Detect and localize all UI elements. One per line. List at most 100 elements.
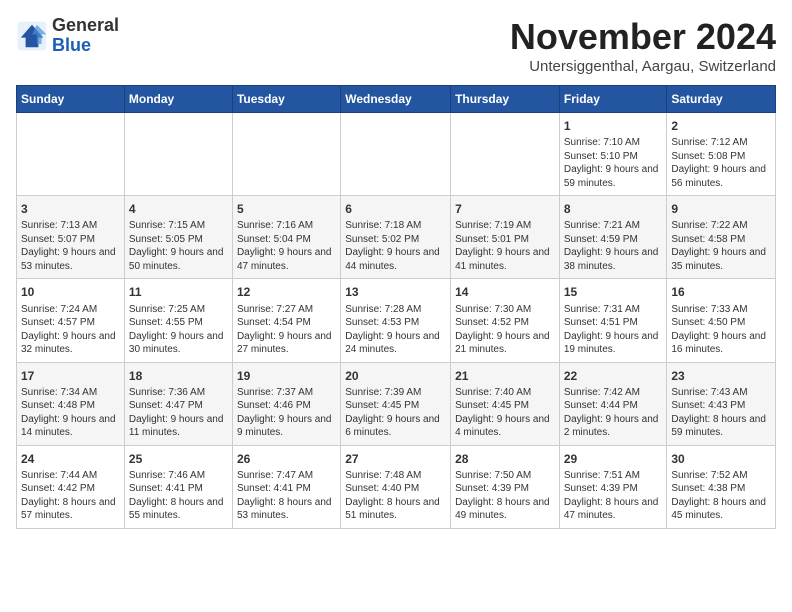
day-number: 2 — [671, 118, 771, 134]
day-info: Sunrise: 7:42 AM Sunset: 4:44 PM Dayligh… — [564, 386, 663, 440]
calendar-cell: 5 Sunrise: 7:16 AM Sunset: 5:04 PM Daylig… — [232, 196, 340, 279]
day-info: Sunrise: 7:21 AM Sunset: 4:59 PM Dayligh… — [564, 219, 663, 273]
day-info: Sunrise: 7:31 AM Sunset: 4:51 PM Dayligh… — [564, 303, 663, 357]
day-info: Sunrise: 7:43 AM Sunset: 4:43 PM Dayligh… — [671, 386, 771, 440]
day-number: 24 — [21, 451, 120, 467]
day-info: Sunrise: 7:25 AM Sunset: 4:55 PM Dayligh… — [129, 303, 228, 357]
day-info: Sunrise: 7:22 AM Sunset: 4:58 PM Dayligh… — [671, 219, 771, 273]
calendar-cell — [232, 113, 340, 196]
day-info: Sunrise: 7:19 AM Sunset: 5:01 PM Dayligh… — [455, 219, 555, 273]
calendar-cell: 23 Sunrise: 7:43 AM Sunset: 4:43 PM Dayli… — [667, 362, 776, 445]
calendar-cell: 16Sunrise: 7:33 AM Sunset: 4:50 PM Dayli… — [667, 279, 776, 362]
day-number: 4 — [129, 201, 228, 217]
calendar-cell: 17 Sunrise: 7:34 AM Sunset: 4:48 PM Dayli… — [17, 362, 125, 445]
day-info: Sunrise: 7:28 AM Sunset: 4:53 PM Dayligh… — [345, 303, 446, 357]
day-info: Sunrise: 7:13 AM Sunset: 5:07 PM Dayligh… — [21, 219, 120, 273]
day-number: 5 — [237, 201, 336, 217]
day-number: 18 — [129, 368, 228, 384]
logo: GeneralBlue — [16, 16, 119, 56]
day-number: 16 — [671, 284, 771, 300]
header-thursday: Thursday — [451, 86, 560, 113]
calendar-cell: 20 Sunrise: 7:39 AM Sunset: 4:45 PM Dayli… — [341, 362, 451, 445]
day-number: 26 — [237, 451, 336, 467]
day-info: Sunrise: 7:12 AM Sunset: 5:08 PM Dayligh… — [671, 136, 771, 190]
page-header: GeneralBlue November 2024 Untersiggentha… — [16, 16, 776, 75]
logo-icon — [16, 20, 48, 52]
calendar-cell: 7 Sunrise: 7:19 AM Sunset: 5:01 PM Daylig… — [451, 196, 560, 279]
header-monday: Monday — [124, 86, 232, 113]
calendar-cell: 28 Sunrise: 7:50 AM Sunset: 4:39 PM Dayli… — [451, 445, 560, 528]
day-number: 11 — [129, 284, 228, 300]
calendar-cell: 15 Sunrise: 7:31 AM Sunset: 4:51 PM Dayli… — [559, 279, 667, 362]
day-number: 10 — [21, 284, 120, 300]
calendar-cell: 18 Sunrise: 7:36 AM Sunset: 4:47 PM Dayli… — [124, 362, 232, 445]
day-number: 13 — [345, 284, 446, 300]
day-info: Sunrise: 7:52 AM Sunset: 4:38 PM Dayligh… — [671, 469, 771, 523]
calendar-cell: 11 Sunrise: 7:25 AM Sunset: 4:55 PM Dayli… — [124, 279, 232, 362]
day-info: Sunrise: 7:50 AM Sunset: 4:39 PM Dayligh… — [455, 469, 555, 523]
day-number: 14 — [455, 284, 555, 300]
calendar-week-row: 24 Sunrise: 7:44 AM Sunset: 4:42 PM Dayli… — [17, 445, 776, 528]
day-number: 22 — [564, 368, 663, 384]
day-info: Sunrise: 7:44 AM Sunset: 4:42 PM Dayligh… — [21, 469, 120, 523]
day-number: 27 — [345, 451, 446, 467]
calendar-cell: 22 Sunrise: 7:42 AM Sunset: 4:44 PM Dayli… — [559, 362, 667, 445]
day-number: 28 — [455, 451, 555, 467]
day-number: 15 — [564, 284, 663, 300]
calendar-cell: 19 Sunrise: 7:37 AM Sunset: 4:46 PM Dayli… — [232, 362, 340, 445]
calendar-cell: 2 Sunrise: 7:12 AM Sunset: 5:08 PM Daylig… — [667, 113, 776, 196]
day-number: 12 — [237, 284, 336, 300]
calendar-cell — [17, 113, 125, 196]
calendar-cell: 4 Sunrise: 7:15 AM Sunset: 5:05 PM Daylig… — [124, 196, 232, 279]
calendar-week-row: 3 Sunrise: 7:13 AM Sunset: 5:07 PM Daylig… — [17, 196, 776, 279]
calendar-cell: 9 Sunrise: 7:22 AM Sunset: 4:58 PM Daylig… — [667, 196, 776, 279]
calendar-cell: 26 Sunrise: 7:47 AM Sunset: 4:41 PM Dayli… — [232, 445, 340, 528]
day-info: Sunrise: 7:27 AM Sunset: 4:54 PM Dayligh… — [237, 303, 336, 357]
day-number: 30 — [671, 451, 771, 467]
calendar-cell: 1 Sunrise: 7:10 AM Sunset: 5:10 PM Daylig… — [559, 113, 667, 196]
calendar-cell: 13 Sunrise: 7:28 AM Sunset: 4:53 PM Dayli… — [341, 279, 451, 362]
day-info: Sunrise: 7:16 AM Sunset: 5:04 PM Dayligh… — [237, 219, 336, 273]
day-info: Sunrise: 7:51 AM Sunset: 4:39 PM Dayligh… — [564, 469, 663, 523]
day-info: Sunrise: 7:46 AM Sunset: 4:41 PM Dayligh… — [129, 469, 228, 523]
day-info: Sunrise: 7:39 AM Sunset: 4:45 PM Dayligh… — [345, 386, 446, 440]
day-info: Sunrise: 7:48 AM Sunset: 4:40 PM Dayligh… — [345, 469, 446, 523]
calendar-week-row: 17 Sunrise: 7:34 AM Sunset: 4:48 PM Dayli… — [17, 362, 776, 445]
calendar-cell — [341, 113, 451, 196]
day-number: 1 — [564, 118, 663, 134]
day-number: 6 — [345, 201, 446, 217]
calendar-table: SundayMondayTuesdayWednesdayThursdayFrid… — [16, 85, 776, 529]
calendar-cell: 10 Sunrise: 7:24 AM Sunset: 4:57 PM Dayli… — [17, 279, 125, 362]
day-number: 21 — [455, 368, 555, 384]
calendar-cell: 24 Sunrise: 7:44 AM Sunset: 4:42 PM Dayli… — [17, 445, 125, 528]
calendar-cell — [124, 113, 232, 196]
calendar-cell: 25Sunrise: 7:46 AM Sunset: 4:41 PM Dayli… — [124, 445, 232, 528]
day-number: 23 — [671, 368, 771, 384]
day-info: Sunrise: 7:24 AM Sunset: 4:57 PM Dayligh… — [21, 303, 120, 357]
day-number: 8 — [564, 201, 663, 217]
day-info: Sunrise: 7:10 AM Sunset: 5:10 PM Dayligh… — [564, 136, 663, 190]
day-number: 3 — [21, 201, 120, 217]
day-info: Sunrise: 7:37 AM Sunset: 4:46 PM Dayligh… — [237, 386, 336, 440]
calendar-cell: 6 Sunrise: 7:18 AM Sunset: 5:02 PM Daylig… — [341, 196, 451, 279]
location-subtitle: Untersiggenthal, Aargau, Switzerland — [510, 58, 776, 75]
header-friday: Friday — [559, 86, 667, 113]
day-number: 7 — [455, 201, 555, 217]
day-info: Sunrise: 7:47 AM Sunset: 4:41 PM Dayligh… — [237, 469, 336, 523]
day-info: Sunrise: 7:40 AM Sunset: 4:45 PM Dayligh… — [455, 386, 555, 440]
calendar-header-row: SundayMondayTuesdayWednesdayThursdayFrid… — [17, 86, 776, 113]
day-info: Sunrise: 7:34 AM Sunset: 4:48 PM Dayligh… — [21, 386, 120, 440]
day-number: 17 — [21, 368, 120, 384]
title-block: November 2024 Untersiggenthal, Aargau, S… — [510, 16, 776, 75]
calendar-week-row: 10 Sunrise: 7:24 AM Sunset: 4:57 PM Dayli… — [17, 279, 776, 362]
day-info: Sunrise: 7:18 AM Sunset: 5:02 PM Dayligh… — [345, 219, 446, 273]
day-info: Sunrise: 7:36 AM Sunset: 4:47 PM Dayligh… — [129, 386, 228, 440]
header-saturday: Saturday — [667, 86, 776, 113]
header-sunday: Sunday — [17, 86, 125, 113]
day-number: 19 — [237, 368, 336, 384]
calendar-cell: 3 Sunrise: 7:13 AM Sunset: 5:07 PM Daylig… — [17, 196, 125, 279]
calendar-week-row: 1 Sunrise: 7:10 AM Sunset: 5:10 PM Daylig… — [17, 113, 776, 196]
day-number: 20 — [345, 368, 446, 384]
day-number: 9 — [671, 201, 771, 217]
day-info: Sunrise: 7:15 AM Sunset: 5:05 PM Dayligh… — [129, 219, 228, 273]
